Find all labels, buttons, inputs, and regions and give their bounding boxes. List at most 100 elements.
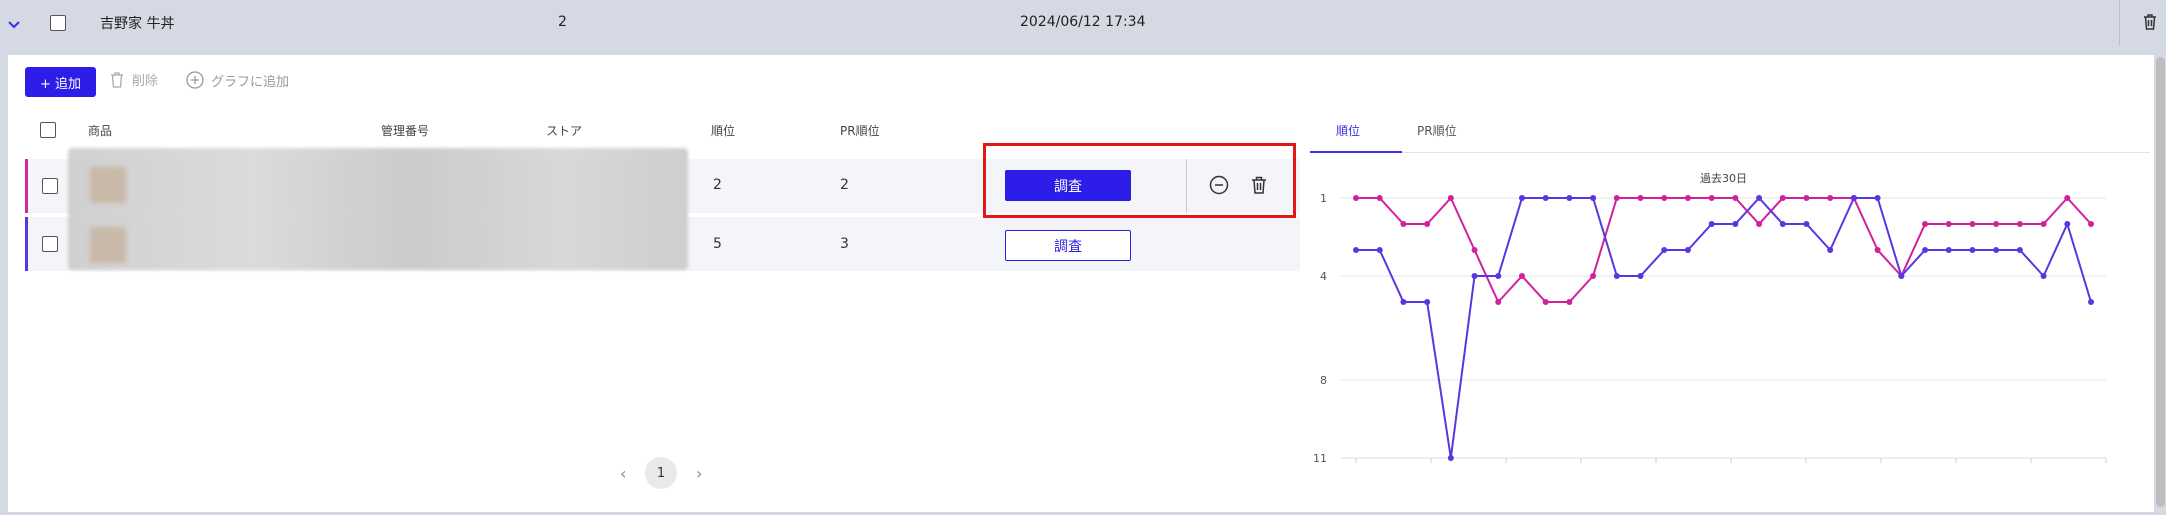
row-checkbox[interactable] <box>42 236 58 252</box>
survey-button[interactable]: 調査 <box>1005 230 1131 261</box>
data-point <box>1447 195 1454 201</box>
data-point <box>2040 273 2047 279</box>
trash-icon[interactable] <box>2140 12 2160 32</box>
parent-row[interactable]: 吉野家 牛丼 2 2024/06/12 17:34 <box>0 0 2166 46</box>
data-point <box>1376 247 1383 253</box>
tab-pr-rank[interactable]: PR順位 <box>1417 122 1457 139</box>
data-point <box>2064 221 2071 227</box>
trash-icon[interactable] <box>1248 174 1270 196</box>
row-action-divider <box>1186 159 1187 213</box>
header-management-number: 管理番号 <box>381 124 430 138</box>
data-point <box>1732 195 1739 201</box>
data-point <box>1684 195 1691 201</box>
chevron-down-icon[interactable] <box>4 14 24 34</box>
add-to-graph-button[interactable]: グラフに追加 <box>185 70 289 90</box>
data-point <box>1993 221 2000 227</box>
data-point <box>1471 273 1478 279</box>
expanded-panel: + 追加 削除 グラフに追加 商品 管理番号 ストア 順位 PR順位 2 2 5… <box>8 55 2165 512</box>
header-rank: 順位 <box>711 124 736 138</box>
data-point <box>1945 221 1952 227</box>
data-point <box>1376 195 1383 201</box>
parent-row-name: 吉野家 牛丼 <box>100 16 175 32</box>
data-point <box>1922 221 1929 227</box>
rank-chart: 過去30日 1 4 8 11 <box>1313 172 2107 465</box>
y-tick-label: 8 <box>1320 374 1327 387</box>
y-tick-label: 1 <box>1320 192 1327 205</box>
delete-label: 削除 <box>132 74 159 89</box>
data-point <box>1518 195 1525 201</box>
data-point <box>1542 195 1549 201</box>
data-point <box>1353 247 1359 253</box>
previous-page-icon[interactable]: ‹ <box>620 464 626 483</box>
data-point <box>1922 247 1929 253</box>
data-point <box>1495 273 1502 279</box>
data-point <box>1874 195 1881 201</box>
data-point <box>1874 247 1881 253</box>
data-point <box>2016 221 2023 227</box>
parent-row-checkbox[interactable] <box>50 15 66 31</box>
data-point <box>2040 221 2047 227</box>
data-point <box>1424 221 1431 227</box>
trash-icon <box>111 71 123 88</box>
chart-title: 過去30日 <box>1700 172 1747 185</box>
header-store: ストア <box>546 124 583 138</box>
data-point <box>1732 221 1739 227</box>
header-pr-rank: PR順位 <box>840 124 880 138</box>
data-point <box>1590 273 1597 279</box>
parent-row-divider <box>2119 0 2120 46</box>
data-point <box>2088 299 2094 305</box>
data-point <box>1566 299 1573 305</box>
data-point <box>1969 221 1976 227</box>
delete-button[interactable]: 削除 <box>110 70 158 89</box>
next-page-icon[interactable]: › <box>696 464 702 483</box>
data-point <box>1661 247 1668 253</box>
row-accent-bar <box>25 217 28 271</box>
data-point <box>1637 195 1644 201</box>
row-pr-rank: 3 <box>840 236 849 252</box>
add-button[interactable]: + 追加 <box>25 67 96 97</box>
data-point <box>1613 195 1620 201</box>
row-pr-rank: 2 <box>840 177 849 193</box>
data-point <box>1566 195 1573 201</box>
parent-row-count: 2 <box>558 14 567 30</box>
select-all-checkbox[interactable] <box>40 122 56 138</box>
data-point <box>1850 195 1857 201</box>
data-point <box>1424 299 1431 305</box>
data-point <box>1898 273 1905 279</box>
data-point <box>1708 195 1715 201</box>
data-point <box>2088 221 2094 227</box>
data-point <box>1613 273 1620 279</box>
data-point <box>1400 221 1407 227</box>
active-tab-indicator <box>1310 151 1402 153</box>
data-point <box>1708 221 1715 227</box>
data-point <box>1518 273 1525 279</box>
add-to-graph-label: グラフに追加 <box>211 74 290 90</box>
remove-circle-icon[interactable] <box>1208 174 1230 196</box>
data-point <box>1969 247 1976 253</box>
row-rank: 2 <box>713 177 722 193</box>
data-point <box>1353 195 1359 201</box>
scrollbar[interactable] <box>2156 57 2165 507</box>
data-point <box>2064 195 2071 201</box>
data-point <box>1400 299 1407 305</box>
y-tick-label: 11 <box>1313 452 1327 465</box>
page-number[interactable]: 1 <box>645 457 677 489</box>
series-line <box>1356 196 2092 459</box>
product-thumbnail <box>90 227 126 263</box>
data-point <box>1471 247 1478 253</box>
data-point <box>1945 247 1952 253</box>
data-point <box>1803 195 1810 201</box>
plus-circle-icon <box>186 71 204 89</box>
data-point <box>1447 455 1454 461</box>
data-point <box>1756 195 1763 201</box>
product-thumbnail <box>90 167 126 203</box>
data-point <box>1827 195 1834 201</box>
tab-rank[interactable]: 順位 <box>1336 122 1360 139</box>
data-point <box>1779 221 1786 227</box>
data-point <box>1803 221 1810 227</box>
tab-divider <box>1310 152 2150 153</box>
header-product: 商品 <box>88 124 113 138</box>
row-checkbox[interactable] <box>42 178 58 194</box>
data-point <box>1993 247 2000 253</box>
data-point <box>1684 247 1691 253</box>
